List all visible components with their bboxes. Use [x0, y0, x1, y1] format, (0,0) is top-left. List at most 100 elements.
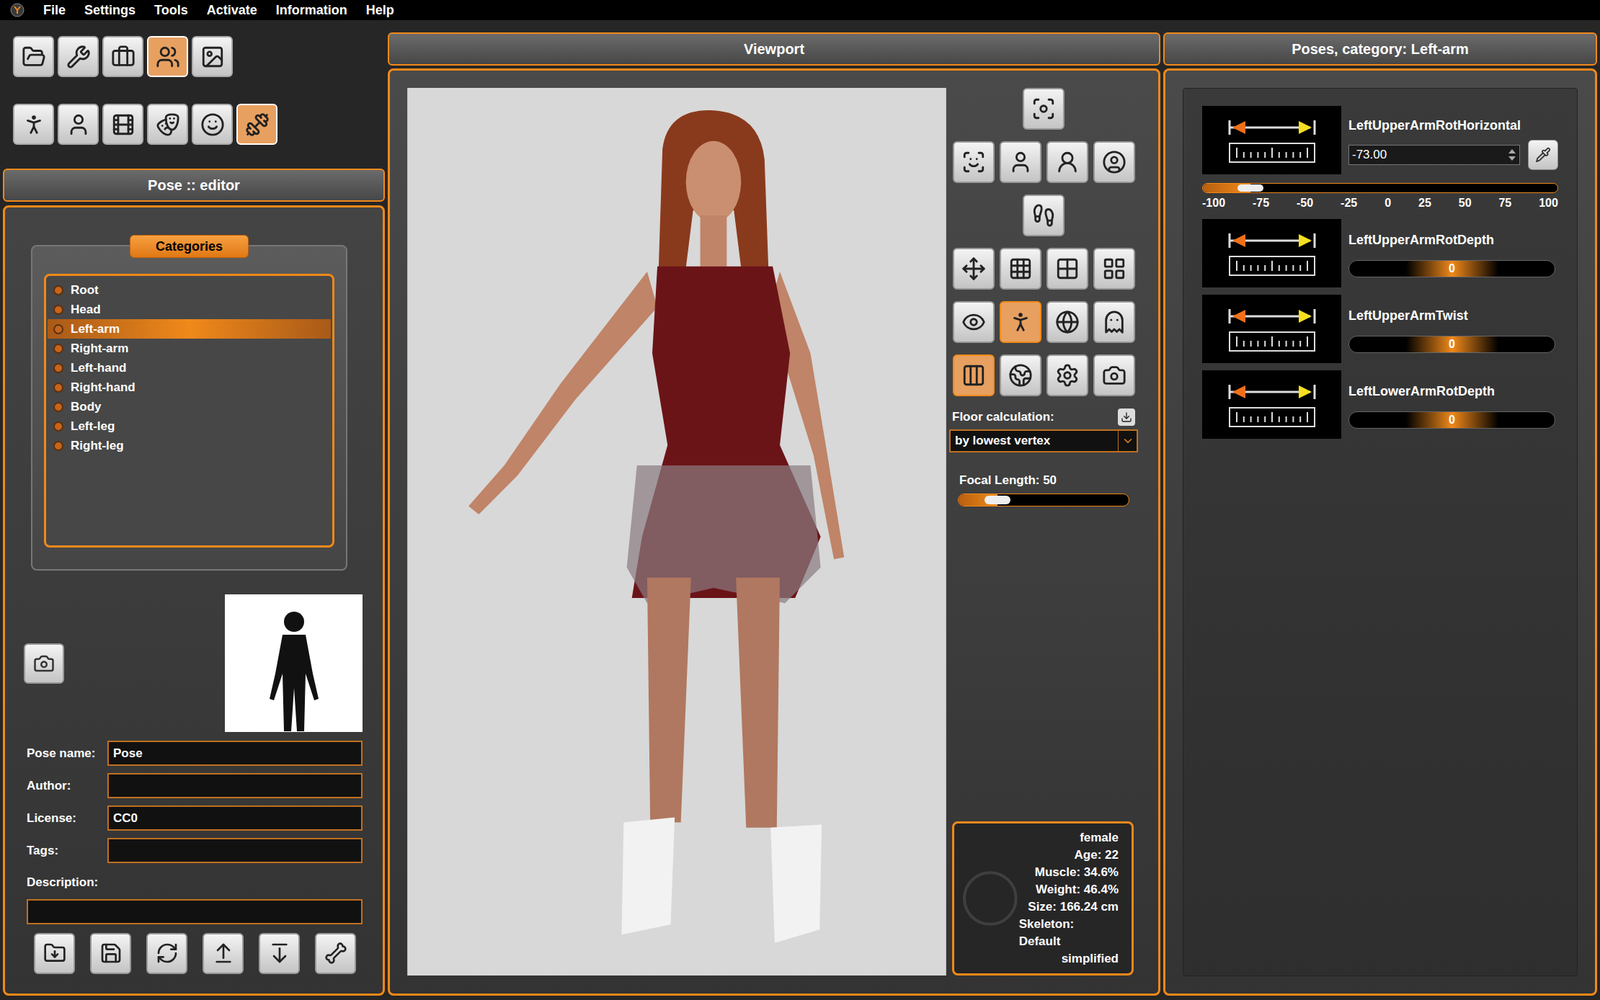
- menu-item[interactable]: Activate: [206, 0, 258, 21]
- toolbar-tab[interactable]: [57, 103, 99, 145]
- view-tool-button[interactable]: [952, 301, 995, 344]
- view-tool-icon: [961, 149, 986, 175]
- focal-thumb[interactable]: [984, 495, 1011, 505]
- render-view[interactable]: [407, 87, 947, 976]
- view-tool-button[interactable]: [1022, 194, 1065, 237]
- spinner-icon[interactable]: [1507, 147, 1517, 163]
- view-tool-button[interactable]: [952, 247, 995, 290]
- floor-apply-button[interactable]: [1117, 408, 1136, 426]
- action-icon: [211, 941, 235, 966]
- modifier-thumbnail-icon: [1202, 219, 1342, 288]
- view-tool-button[interactable]: [952, 354, 995, 397]
- toolbar-tab[interactable]: [12, 103, 55, 145]
- view-tool-icon: [1055, 309, 1080, 335]
- toolbar-tab[interactable]: [57, 36, 99, 78]
- action-button[interactable]: [33, 933, 75, 975]
- reset-button[interactable]: [1527, 139, 1559, 171]
- view-tool-button[interactable]: [999, 354, 1042, 397]
- categories-box: CategoriesRootHeadLeft-armRight-armLeft-…: [30, 245, 348, 571]
- slider-thumb[interactable]: [1237, 184, 1264, 192]
- description-field[interactable]: [26, 899, 363, 925]
- view-tool-button[interactable]: [1046, 247, 1089, 290]
- radio-dot: [53, 343, 64, 354]
- view-tool-icon: [1101, 256, 1127, 282]
- category-item[interactable]: Right-leg: [47, 436, 331, 456]
- categories-label: Categories: [129, 234, 249, 259]
- modifier-name: LeftUpperArmTwist: [1348, 306, 1559, 326]
- action-button[interactable]: [258, 933, 300, 975]
- view-tool-icon: [1031, 203, 1056, 228]
- category-item[interactable]: Head: [47, 299, 331, 320]
- view-tool-button[interactable]: [1022, 87, 1065, 130]
- radio-dot: [53, 304, 64, 315]
- action-button[interactable]: [202, 933, 244, 975]
- view-tool-button[interactable]: [999, 141, 1042, 184]
- toolbar-tab[interactable]: [236, 103, 278, 145]
- menu-item[interactable]: Settings: [84, 0, 136, 21]
- action-icon: [324, 941, 348, 966]
- view-tool-button[interactable]: [1093, 354, 1136, 397]
- action-button[interactable]: [90, 933, 132, 975]
- category-item[interactable]: Body: [47, 397, 331, 417]
- category-item[interactable]: Left-hand: [47, 358, 331, 378]
- tab-icon: [66, 44, 91, 70]
- modifier-thumbnail-icon: [1202, 294, 1342, 364]
- camera-button[interactable]: [23, 643, 65, 684]
- toolbar-tab[interactable]: [147, 36, 189, 78]
- modifier-name: LeftUpperArmRotDepth: [1348, 230, 1559, 251]
- menu-item[interactable]: Help: [366, 0, 395, 21]
- modifier-slider[interactable]: [1202, 183, 1559, 194]
- view-tool-button[interactable]: [1046, 301, 1089, 344]
- toolbar-tab[interactable]: [102, 36, 144, 78]
- modifier-thumbnail-icon: [1202, 105, 1342, 175]
- sub-tabs: [12, 103, 385, 145]
- category-item[interactable]: Root: [47, 280, 331, 300]
- focal-slider[interactable]: [957, 493, 1130, 507]
- text-field[interactable]: CC0: [107, 805, 363, 831]
- floor-dropdown[interactable]: by lowest vertex: [949, 429, 1139, 453]
- radio-dot: [53, 363, 64, 374]
- toolbar-tab[interactable]: [147, 103, 189, 145]
- view-tool-button[interactable]: [999, 301, 1042, 344]
- view-tool-button[interactable]: [1046, 354, 1089, 397]
- text-field[interactable]: Pose: [107, 740, 363, 767]
- text-field[interactable]: [107, 773, 363, 799]
- view-tool-icon: [1008, 256, 1033, 282]
- modifier-compact: LeftUpperArmRotDepth 0: [1202, 219, 1559, 288]
- modifier-list: LeftUpperArmRotHorizontal-73.00-100-75-5…: [1182, 87, 1578, 977]
- tab-icon: [21, 44, 47, 70]
- modifier-slider[interactable]: 0: [1348, 411, 1556, 429]
- view-tool-button[interactable]: [1093, 301, 1136, 344]
- info-line: Skeleton: Default: [1019, 916, 1119, 951]
- view-tool-button[interactable]: [1046, 141, 1089, 184]
- toolbar-tab[interactable]: [191, 36, 233, 78]
- floor-label: Floor calculation:: [952, 407, 1055, 427]
- category-item[interactable]: Left-arm: [47, 319, 331, 339]
- modifier-slider[interactable]: 0: [1348, 260, 1556, 278]
- category-item[interactable]: Right-arm: [47, 338, 331, 359]
- toolbar-tab[interactable]: [191, 103, 233, 145]
- left-panel-header: Pose :: editor: [2, 168, 385, 202]
- toolbar-tab[interactable]: [102, 103, 144, 145]
- view-tool-button[interactable]: [952, 141, 995, 184]
- view-tool-button[interactable]: [999, 247, 1042, 290]
- modifier-expanded: LeftUpperArmRotHorizontal-73.00-100-75-5…: [1202, 105, 1559, 212]
- menu-item[interactable]: Tools: [154, 0, 189, 21]
- menu-item[interactable]: File: [43, 0, 66, 21]
- tab-icon: [110, 44, 136, 70]
- value-field[interactable]: -73.00: [1348, 144, 1520, 166]
- category-item[interactable]: Right-hand: [47, 377, 331, 398]
- menu-item[interactable]: Information: [276, 0, 348, 21]
- action-button[interactable]: [146, 933, 188, 975]
- text-field[interactable]: [107, 838, 363, 864]
- view-tool-button[interactable]: [1093, 247, 1136, 290]
- modifier-slider[interactable]: 0: [1348, 335, 1556, 354]
- toolbar-tab[interactable]: [12, 36, 55, 78]
- view-tool-button[interactable]: [1093, 141, 1136, 184]
- action-button[interactable]: [314, 933, 357, 975]
- category-item[interactable]: Left-leg: [47, 416, 331, 437]
- action-icon: [268, 941, 292, 966]
- info-line: female: [1079, 829, 1119, 847]
- radio-dot: [53, 382, 64, 393]
- app-logo-icon: [10, 2, 25, 18]
